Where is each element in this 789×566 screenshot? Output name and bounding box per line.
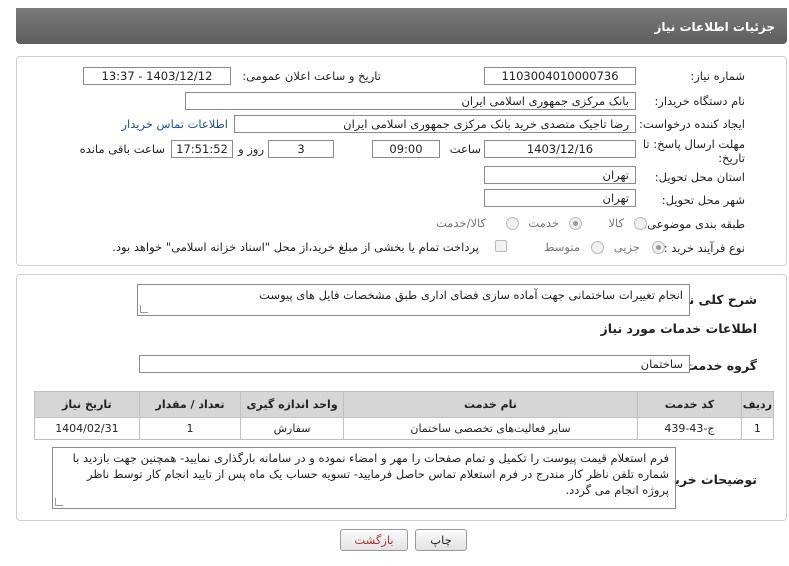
services-section-title: اطلاعات خدمات مورد نیاز: [600, 321, 758, 336]
col-unit: واحد اندازه گیری: [240, 391, 344, 418]
need-number-label: شماره نیاز:: [690, 69, 745, 83]
table-row: 1 ج-43-439 سایر فعالیت‌های تخصصی ساختمان…: [34, 417, 775, 440]
buyer-notes-text: فرم استعلام قیمت پیوست را تکمیل و تمام ص…: [72, 451, 669, 497]
category-label: طبقه بندی موضوعی:: [643, 217, 745, 231]
days-label: روز و: [238, 142, 264, 156]
deadline-date-label: تاریخ:: [718, 151, 745, 165]
requester-label: ایجاد کننده درخواست:: [639, 117, 745, 131]
service-group-field: ساختمان: [139, 355, 690, 373]
deadline-time-field: 09:00: [372, 140, 440, 158]
process-radio-medium[interactable]: [591, 241, 604, 254]
deadline-date-field: 1403/12/16: [484, 140, 636, 158]
page-title: جزئیات اطلاعات نیاز: [654, 20, 775, 34]
buyer-org-field: بانک مرکزی جمهوری اسلامی ایران: [185, 92, 636, 110]
process-type-label: نوع فرآیند خرید :: [663, 241, 745, 255]
buyer-notes-textarea: فرم استعلام قیمت پیوست را تکمیل و تمام ص…: [52, 447, 676, 509]
buyer-contact-link[interactable]: اطلاعات تماس خریدار: [121, 117, 228, 131]
cell-unit: سفارش: [240, 417, 344, 440]
cell-service-code: ج-43-439: [637, 417, 742, 440]
col-service-name: نام خدمت: [342, 391, 639, 418]
cell-service-name: سایر فعالیت‌های تخصصی ساختمان: [342, 417, 639, 440]
city-field: تهران: [484, 189, 636, 207]
category-option-service: خدمت: [528, 216, 559, 230]
description-text: انجام تغییرات ساختمانی جهت آماده سازی فض…: [259, 288, 683, 302]
print-button[interactable]: چاپ: [415, 529, 467, 551]
service-group-label: گروه خدمت:: [680, 358, 757, 373]
requester-field: رضا تاجیک متصدی خرید بانک مرکزی جمهوری ا…: [234, 115, 636, 133]
col-service-code: کد خدمت: [637, 391, 742, 418]
deadline-label: مهلت ارسال پاسخ: تا: [642, 137, 745, 151]
back-button[interactable]: بازگشت: [340, 529, 408, 551]
resize-handle-icon[interactable]: [140, 305, 148, 313]
category-option-goods: کالا: [608, 216, 624, 230]
remaining-time-field: 17:51:52: [171, 140, 233, 158]
process-option-minor: جزیی: [613, 240, 640, 254]
treasury-payment-checkbox[interactable]: [495, 240, 507, 252]
category-radio-goods-service[interactable]: [506, 217, 519, 230]
buyer-org-label: نام دستگاه خریدار:: [654, 94, 745, 108]
remaining-days-field: 3: [268, 140, 334, 158]
cell-row: 1: [740, 417, 775, 440]
remaining-time-label: ساعت باقی مانده: [79, 142, 165, 156]
province-label: استان محل تحویل:: [654, 170, 745, 184]
col-need-date: تاریخ نیاز: [34, 391, 140, 418]
category-option-goods-service: کالا/خدمت: [435, 216, 486, 230]
announce-datetime-label: تاریخ و ساعت اعلان عمومی:: [242, 69, 381, 83]
category-radio-service[interactable]: [569, 217, 582, 230]
services-table-header: ردیف کد خدمت نام خدمت واحد اندازه گیری ت…: [34, 391, 775, 418]
announce-datetime-field: 1403/12/12 - 13:37: [83, 67, 231, 85]
cell-need-date: 1404/02/31: [34, 417, 140, 440]
province-field: تهران: [484, 166, 636, 184]
category-radio-goods[interactable]: [634, 217, 647, 230]
treasury-payment-note: پرداخت تمام یا بخشی از مبلغ خرید،از محل …: [112, 240, 479, 254]
col-row: ردیف: [740, 391, 775, 418]
description-textarea: انجام تغییرات ساختمانی جهت آماده سازی فض…: [137, 284, 690, 316]
need-number-field: 1103004010000736: [484, 67, 636, 85]
process-option-medium: متوسط: [543, 240, 580, 254]
deadline-time-label: ساعت: [449, 142, 481, 156]
city-label: شهر محل تحویل:: [661, 193, 745, 207]
col-quantity: تعداد / مقدار: [138, 391, 242, 418]
cell-quantity: 1: [138, 417, 242, 440]
need-info-panel: [16, 56, 787, 266]
services-table: ردیف کد خدمت نام خدمت واحد اندازه گیری ت…: [34, 391, 775, 440]
process-radio-minor[interactable]: [652, 241, 665, 254]
resize-handle-icon[interactable]: [55, 498, 63, 506]
page-header: جزئیات اطلاعات نیاز: [16, 8, 787, 44]
